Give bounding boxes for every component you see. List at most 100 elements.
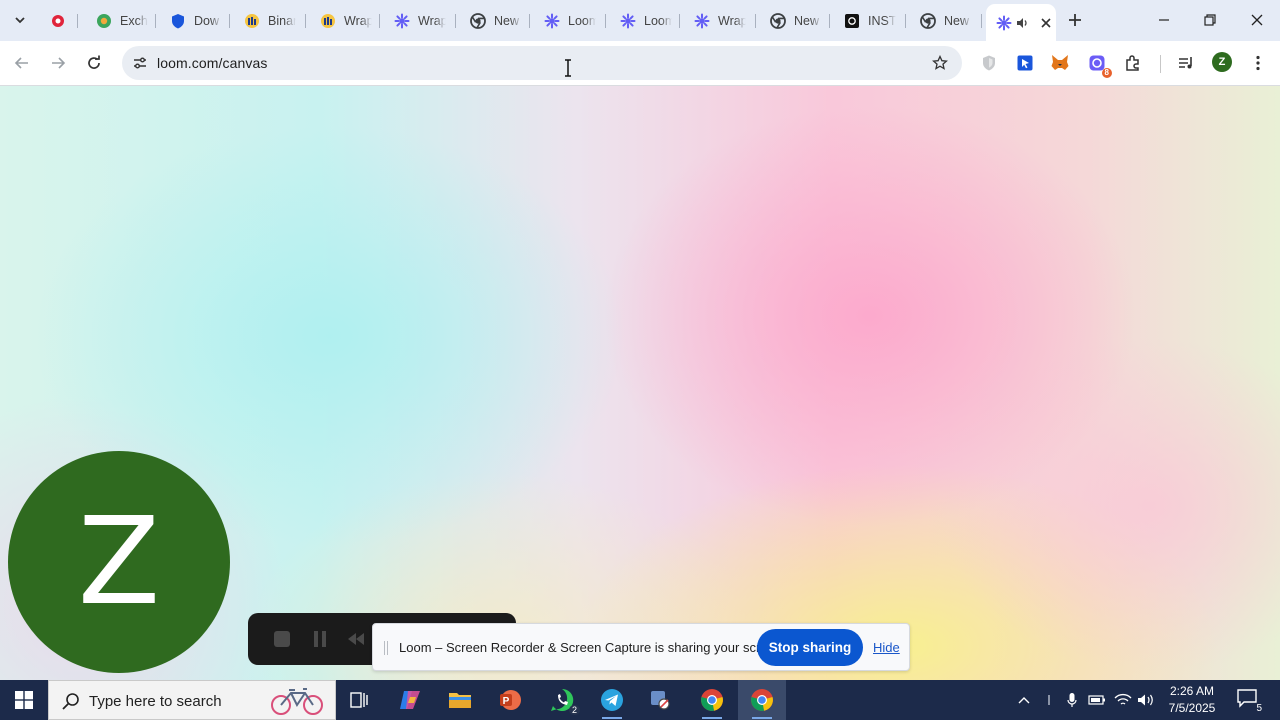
- tab-10[interactable]: Wrap: [684, 6, 756, 35]
- browser-toolbar: loom.com/canvas 8 Z: [0, 41, 1280, 86]
- site-info-icon[interactable]: [128, 51, 152, 75]
- tab-separator: [455, 14, 456, 28]
- tab-13[interactable]: New: [910, 6, 982, 35]
- chrome-app[interactable]: [688, 680, 736, 720]
- task-view-button[interactable]: [336, 680, 384, 720]
- drag-handle[interactable]: [384, 641, 388, 655]
- microphone-icon[interactable]: [1062, 680, 1082, 720]
- copilot-icon: [400, 691, 420, 709]
- restore-button[interactable]: [1187, 0, 1233, 40]
- bookmark-star-icon[interactable]: [930, 53, 950, 73]
- restart-icon[interactable]: [344, 627, 368, 651]
- close-tab-icon[interactable]: [1038, 15, 1054, 31]
- minimize-button[interactable]: [1141, 0, 1187, 40]
- exchange-icon: [96, 13, 112, 29]
- media-control-icon[interactable]: [1174, 51, 1198, 75]
- clock-time: 2:26 AM: [1169, 684, 1215, 698]
- close-icon: [1251, 14, 1263, 26]
- tab-separator: [905, 14, 906, 28]
- reload-button[interactable]: [80, 49, 108, 77]
- loom-icon: [620, 13, 636, 29]
- restore-icon: [1204, 14, 1216, 26]
- new-tab-button[interactable]: [1064, 9, 1086, 31]
- cursor-extension-icon[interactable]: [1013, 51, 1037, 75]
- whatsapp-count-badge: 2: [568, 705, 580, 715]
- tab-11[interactable]: New: [760, 6, 830, 35]
- tab-6[interactable]: Wrap: [384, 6, 456, 35]
- tab-separator: [305, 14, 306, 28]
- tab-separator: [981, 14, 982, 28]
- start-button[interactable]: [0, 680, 48, 720]
- metamask-icon[interactable]: [1048, 51, 1072, 75]
- whatsapp-app[interactable]: 2: [538, 680, 586, 720]
- profile-avatar[interactable]: Z: [1212, 52, 1232, 72]
- tab-separator: [77, 14, 78, 28]
- tab-separator: [679, 14, 680, 28]
- speaker-icon[interactable]: [1014, 15, 1030, 31]
- wifi-icon[interactable]: [1112, 680, 1134, 720]
- chrome-app-active[interactable]: [738, 680, 786, 720]
- copilot-extension-icon[interactable]: 8: [1085, 51, 1112, 78]
- snipping-tool-app[interactable]: [636, 680, 684, 720]
- text-cursor-icon: [565, 59, 571, 77]
- search-icon: [62, 693, 79, 710]
- tab-2[interactable]: Exch: [86, 6, 156, 35]
- close-window-button[interactable]: [1234, 0, 1280, 40]
- shield-extension-icon[interactable]: [977, 51, 1001, 75]
- battery-icon[interactable]: [1086, 680, 1108, 720]
- reload-icon: [88, 55, 100, 69]
- url-text[interactable]: loom.com/canvas: [157, 55, 267, 71]
- camera-bubble[interactable]: Z: [8, 451, 230, 673]
- tab-search-button[interactable]: [8, 8, 32, 32]
- svg-text:P: P: [503, 696, 510, 707]
- back-button[interactable]: [8, 49, 36, 77]
- tab-separator: [605, 14, 606, 28]
- tab-title: Loom: [644, 13, 672, 28]
- volume-icon[interactable]: [1135, 680, 1157, 720]
- arrow-left-icon: [14, 57, 28, 69]
- tab-12[interactable]: INST: [834, 6, 906, 35]
- tab-4[interactable]: Binar: [234, 6, 306, 35]
- loom-icon: [394, 13, 410, 29]
- chrome-icon: [470, 12, 486, 29]
- file-explorer-app[interactable]: [436, 680, 484, 720]
- tab-7[interactable]: New: [460, 6, 530, 35]
- tab-separator: [829, 14, 830, 28]
- pause-icon[interactable]: [308, 627, 332, 651]
- stop-sharing-button[interactable]: Stop sharing: [757, 629, 863, 666]
- address-bar[interactable]: loom.com/canvas: [122, 46, 962, 80]
- tab-title: INST: [868, 13, 896, 28]
- tab-8[interactable]: Loom: [534, 6, 606, 35]
- powerpoint-app[interactable]: P: [486, 680, 534, 720]
- show-hidden-icons-button[interactable]: [1012, 680, 1036, 720]
- copilot-app[interactable]: [386, 680, 434, 720]
- windows-taskbar: Type here to search P 2 2:26 AM 7/5/2025…: [0, 680, 1280, 720]
- notification-center-button[interactable]: 5: [1236, 688, 1262, 714]
- snipping-tool-icon: [651, 691, 670, 710]
- chrome-icon: [701, 689, 723, 711]
- telegram-app[interactable]: [588, 680, 636, 720]
- task-view-icon: [350, 692, 368, 708]
- telegram-icon: [601, 689, 623, 711]
- tab-title: New: [794, 13, 820, 28]
- taskbar-search[interactable]: Type here to search: [48, 680, 336, 720]
- menu-kebab-icon[interactable]: [1246, 51, 1270, 75]
- hide-link[interactable]: Hide: [873, 640, 900, 655]
- chevron-down-icon: [15, 17, 25, 24]
- folder-icon: [449, 693, 471, 708]
- tab-strip: Exch Dow Binar Wrap Wrap New Loom Loom Wrap New IN…: [0, 0, 1280, 41]
- tab-3[interactable]: Dow: [160, 6, 230, 35]
- stop-recording-icon[interactable]: [270, 627, 294, 651]
- forward-button[interactable]: [44, 49, 72, 77]
- tab-separator: [529, 14, 530, 28]
- extensions-puzzle-icon[interactable]: [1121, 51, 1145, 75]
- tab-active-loom[interactable]: [986, 4, 1056, 41]
- clock[interactable]: 2:26 AM 7/5/2025: [1162, 683, 1222, 717]
- tab-9[interactable]: Loom: [610, 6, 680, 35]
- tab-5[interactable]: Wrap: [310, 6, 380, 35]
- tab-title: Loom: [568, 13, 596, 28]
- loom-icon: [996, 15, 1012, 31]
- tab-1[interactable]: [40, 6, 78, 35]
- tab-separator: [379, 14, 380, 28]
- tab-separator: [755, 14, 756, 28]
